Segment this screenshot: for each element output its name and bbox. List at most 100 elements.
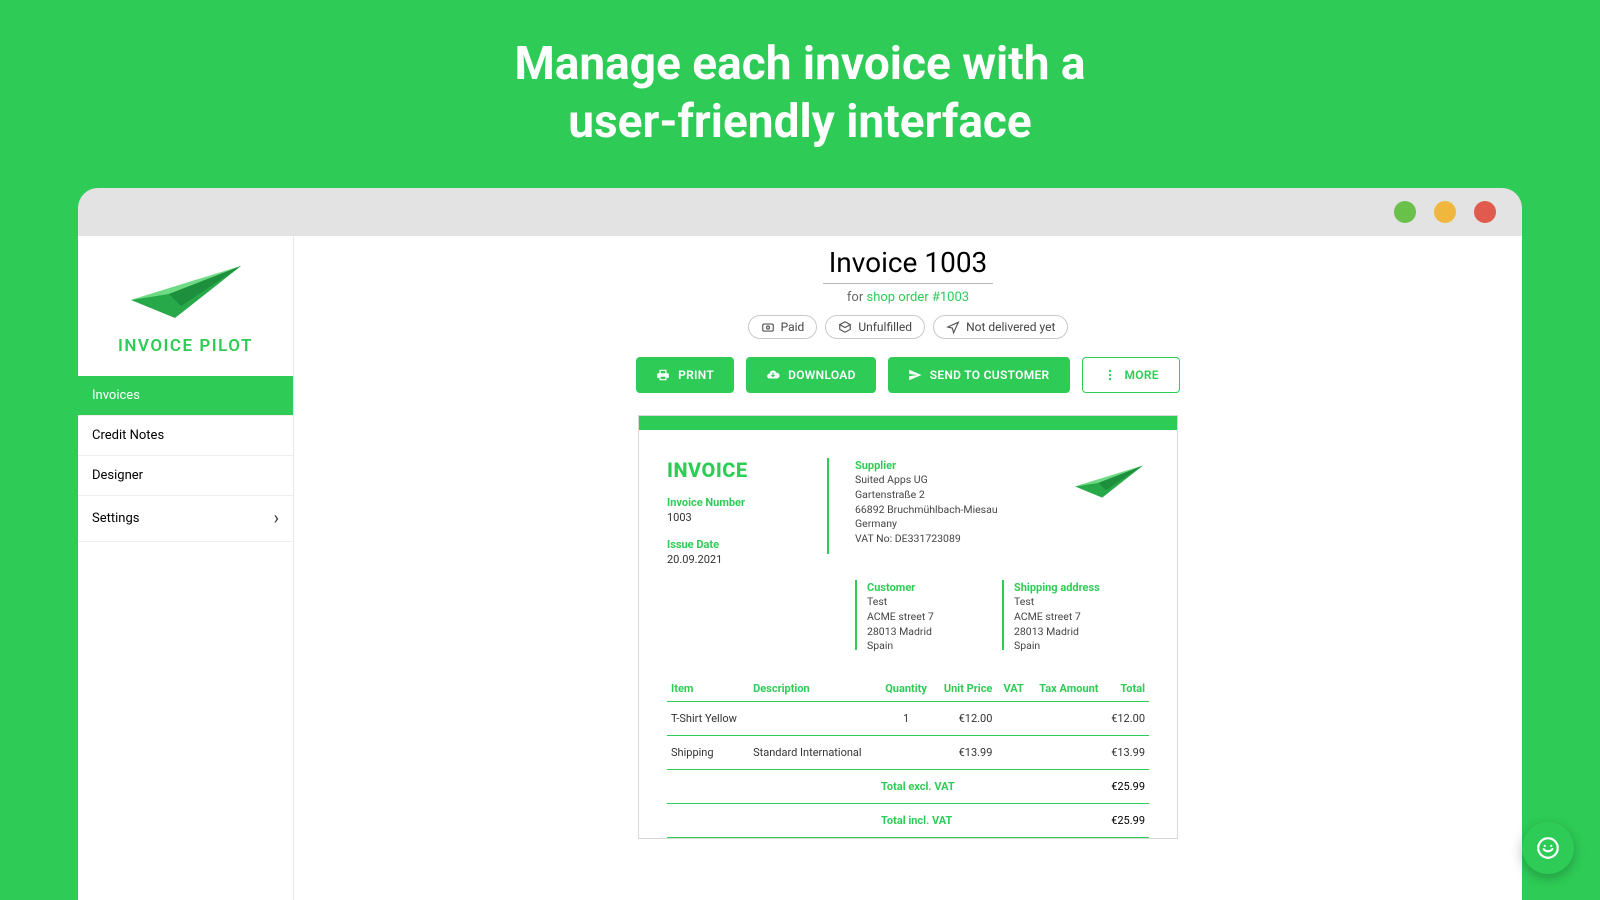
cell-vat — [996, 702, 1027, 736]
status-pill-row: Paid Unfulfilled Not delivered yet — [488, 315, 1328, 339]
hero-title: Manage each invoice with a user-friendly… — [0, 0, 1600, 151]
customer-heading: Customer — [867, 580, 1002, 595]
shipping-street: ACME street 7 — [1014, 610, 1149, 625]
line-items-table: Item Description Quantity Unit Price VAT… — [667, 676, 1149, 770]
sidebar-item-designer[interactable]: Designer — [78, 456, 293, 496]
cell-desc — [749, 702, 878, 736]
button-label: MORE — [1125, 368, 1159, 382]
action-button-row: PRINT DOWNLOAD SEND TO CUSTOMER MORE — [488, 357, 1328, 393]
cell-tax — [1028, 736, 1103, 770]
customer-name: Test — [867, 595, 1002, 610]
pill-label: Unfulfilled — [858, 320, 912, 334]
total-excl-row: Total excl. VAT €25.99 — [667, 770, 1149, 804]
cell-vat — [996, 736, 1027, 770]
brand-name: INVOICE PILOT — [118, 336, 253, 356]
download-button[interactable]: DOWNLOAD — [746, 357, 876, 393]
cell-qty: 1 — [878, 702, 933, 736]
sidebar-item-label: Credit Notes — [92, 428, 164, 443]
browser-titlebar — [78, 188, 1522, 236]
main-content: Invoice 1003 for shop order #1003 Paid U… — [294, 236, 1522, 900]
cell-item: T-Shirt Yellow — [667, 702, 749, 736]
window-dot-red-icon — [1474, 201, 1496, 223]
browser-window: INVOICE PILOT Invoices Credit Notes Desi… — [78, 188, 1522, 900]
cell-unit: €12.00 — [934, 702, 997, 736]
invoice-number: 1003 — [667, 511, 827, 524]
invoice-logo-slot — [1005, 458, 1149, 566]
order-link[interactable]: shop order #1003 — [866, 290, 969, 305]
send-to-customer-button[interactable]: SEND TO CUSTOMER — [888, 357, 1070, 393]
shipping-city: 28013 Madrid — [1014, 625, 1149, 640]
divider-vertical — [827, 458, 829, 554]
table-row: T-Shirt Yellow 1 €12.00 €12.00 — [667, 702, 1149, 736]
more-vert-icon — [1103, 368, 1117, 382]
status-pill-delivery: Not delivered yet — [933, 315, 1068, 339]
issue-date-label: Issue Date — [667, 538, 827, 551]
sidebar-item-settings[interactable]: Settings — [78, 496, 293, 542]
col-qty: Quantity — [878, 676, 933, 702]
invoice-logo-icon — [1069, 458, 1149, 504]
total-excl-label: Total excl. VAT — [671, 780, 1075, 793]
window-dot-yellow-icon — [1434, 201, 1456, 223]
button-label: SEND TO CUSTOMER — [930, 368, 1050, 382]
chat-fab-button[interactable] — [1522, 822, 1574, 874]
chat-icon — [1535, 835, 1561, 861]
sidebar: INVOICE PILOT Invoices Credit Notes Desi… — [78, 236, 294, 900]
cloud-download-icon — [766, 368, 780, 382]
total-excl-value: €25.99 — [1075, 780, 1145, 793]
sidebar-item-label: Designer — [92, 468, 143, 483]
sidebar-item-label: Invoices — [92, 388, 140, 403]
cell-unit: €13.99 — [934, 736, 997, 770]
customer-city: 28013 Madrid — [867, 625, 1002, 640]
invoice-preview-card: INVOICE Invoice Number 1003 Issue Date 2… — [638, 415, 1178, 839]
issue-date: 20.09.2021 — [667, 553, 827, 566]
sidebar-item-credit-notes[interactable]: Credit Notes — [78, 416, 293, 456]
sidebar-item-invoices[interactable]: Invoices — [78, 376, 293, 416]
more-button[interactable]: MORE — [1082, 357, 1180, 393]
button-label: DOWNLOAD — [788, 368, 856, 382]
invoice-meta-left: INVOICE Invoice Number 1003 Issue Date 2… — [667, 458, 827, 566]
col-tax: Tax Amount — [1028, 676, 1103, 702]
brand-logo-icon — [121, 254, 251, 328]
customer-country: Spain — [867, 639, 1002, 654]
chevron-right-icon — [274, 508, 279, 529]
supplier-country: Germany — [855, 517, 1005, 532]
cell-desc: Standard International — [749, 736, 878, 770]
hero-title-line: user-friendly interface — [0, 94, 1600, 152]
page-title: Invoice 1003 — [823, 246, 994, 284]
supplier-vat: VAT No: DE331723089 — [855, 532, 1005, 547]
invoice-number-label: Invoice Number — [667, 496, 827, 509]
supplier-street: Gartenstraße 2 — [855, 488, 1005, 503]
invoice-heading: INVOICE — [667, 458, 827, 482]
brand-block: INVOICE PILOT — [78, 236, 293, 376]
status-pill-unfulfilled: Unfulfilled — [825, 315, 925, 339]
app-frame: INVOICE PILOT Invoices Credit Notes Desi… — [78, 236, 1522, 900]
cell-total: €13.99 — [1103, 736, 1149, 770]
send-icon — [908, 368, 922, 382]
pill-label: Paid — [781, 320, 805, 334]
shipping-name: Test — [1014, 595, 1149, 610]
col-vat: VAT — [996, 676, 1027, 702]
button-label: PRINT — [678, 368, 714, 382]
total-incl-row: Total incl. VAT €25.99 — [667, 804, 1149, 838]
customer-block: Customer Test ACME street 7 28013 Madrid… — [857, 580, 1002, 654]
sidebar-item-label: Settings — [92, 511, 139, 526]
send-icon — [946, 320, 960, 334]
table-row: Shipping Standard International €13.99 €… — [667, 736, 1149, 770]
window-dot-green-icon — [1394, 201, 1416, 223]
shipping-country: Spain — [1014, 639, 1149, 654]
cell-tax — [1028, 702, 1103, 736]
invoice-accent-bar — [639, 416, 1177, 430]
supplier-name: Suited Apps UG — [855, 473, 1005, 488]
supplier-heading: Supplier — [855, 458, 1005, 473]
total-incl-value: €25.99 — [1075, 814, 1145, 827]
col-item: Item — [667, 676, 749, 702]
cell-qty — [878, 736, 933, 770]
customer-street: ACME street 7 — [867, 610, 1002, 625]
cash-icon — [761, 320, 775, 334]
print-button[interactable]: PRINT — [636, 357, 734, 393]
cell-item: Shipping — [667, 736, 749, 770]
hero-title-line: Manage each invoice with a — [0, 36, 1600, 94]
total-incl-label: Total incl. VAT — [671, 814, 1075, 827]
sub-prefix: for — [847, 290, 867, 305]
supplier-city: 66892 Bruchmühlbach-Miesau — [855, 503, 1005, 518]
